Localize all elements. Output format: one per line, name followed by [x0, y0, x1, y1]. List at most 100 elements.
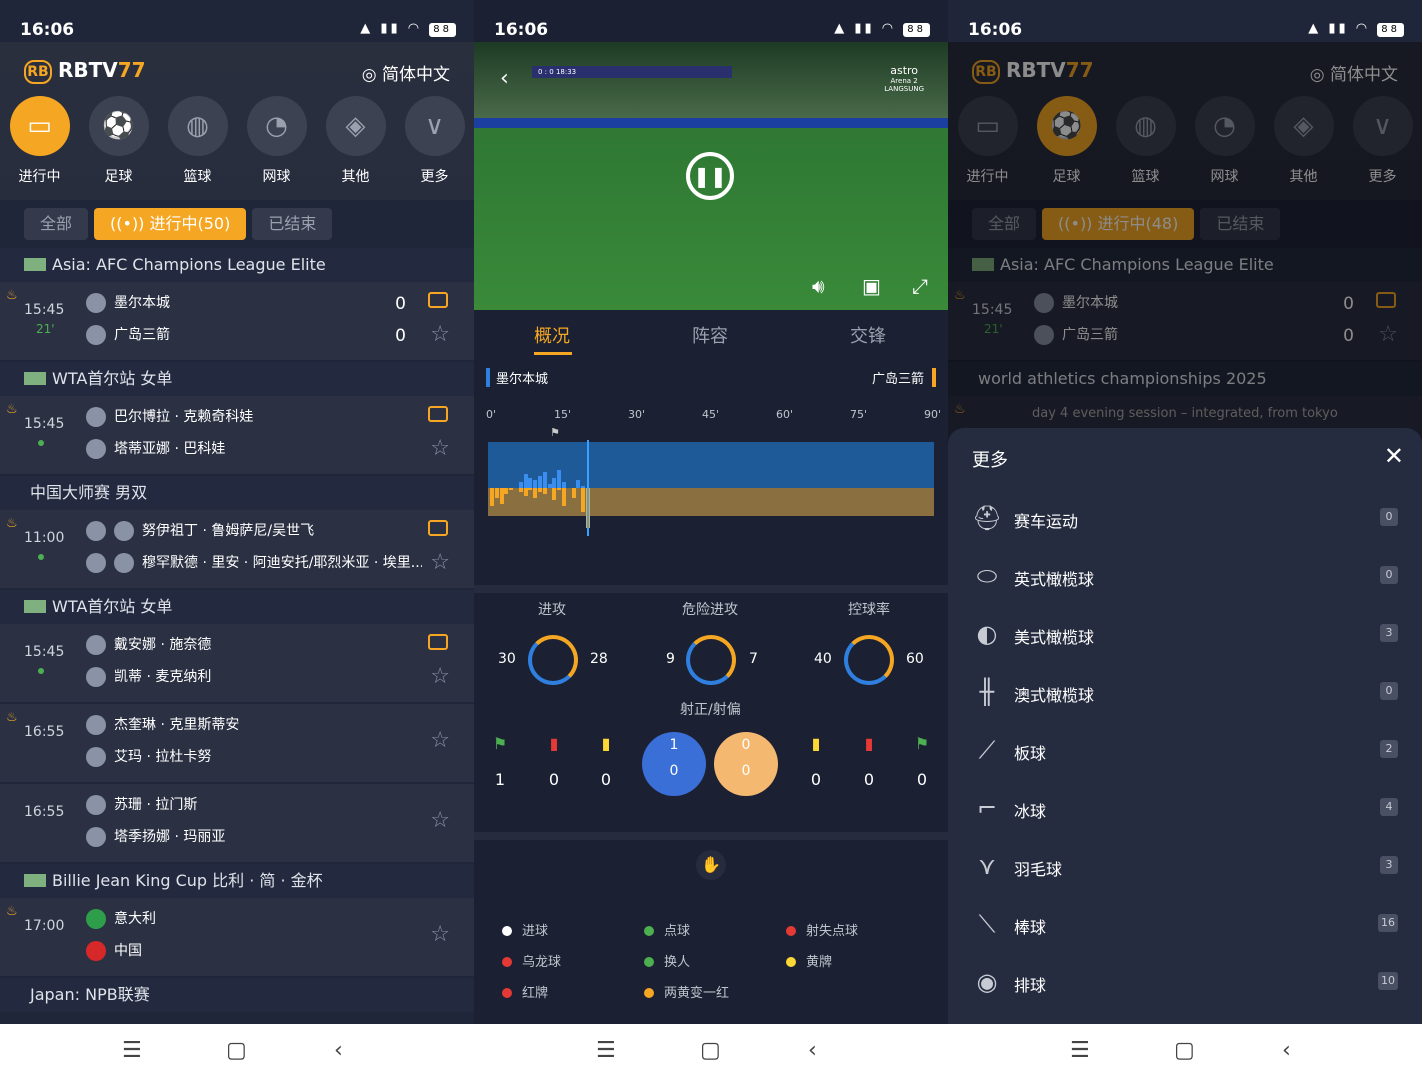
match-row[interactable]: 16:55 苏珊 · 拉门斯 塔季扬娜 · 玛丽亚 ☆: [0, 784, 474, 864]
fire-icon: ♨: [6, 710, 18, 725]
league-header[interactable]: Billie Jean King Cup 比利 · 简 · 金杯: [0, 864, 474, 898]
cricket-bat-icon: ⟋: [978, 736, 996, 764]
score-overlay: 0 : 0 18:33: [532, 66, 732, 78]
league-header[interactable]: WTA首尔站 女单: [0, 362, 474, 396]
sport-item-ice-hockey[interactable]: ⌐ 冰球 4: [972, 794, 1398, 852]
corner-flag-icon: ⚑: [914, 734, 930, 753]
menu-icon[interactable]: ☰: [1070, 1038, 1090, 1063]
momentum-bar: [518, 488, 523, 492]
league-header[interactable]: Asia: AFC Champions League Elite: [0, 248, 474, 282]
home-shots: 10: [642, 732, 706, 796]
sport-item-aussie-rules[interactable]: ╫ 澳式橄榄球 0: [972, 678, 1398, 736]
yellow-card-icon: ▮: [811, 734, 821, 753]
close-icon[interactable]: ✕: [1384, 442, 1404, 470]
cat-football[interactable]: ⚽ 足球: [79, 96, 158, 186]
tab-live[interactable]: ((•)) 进行中(50): [94, 208, 247, 240]
goalposts-icon: ╫: [979, 678, 995, 706]
tab-all[interactable]: 全部: [24, 208, 89, 240]
live-tv-icon[interactable]: [428, 634, 448, 650]
cat-other[interactable]: ◈ 其他: [316, 96, 395, 186]
language-button[interactable]: ◎ 简体中文: [362, 60, 450, 85]
flag-icon: [24, 372, 46, 385]
pip-icon[interactable]: ▣: [862, 274, 881, 298]
momentum-bar: [562, 488, 566, 506]
tab-lineup[interactable]: 阵容: [692, 322, 728, 348]
status-bar: 16:06 ▲ ▮▮ ◠ 88: [0, 0, 474, 42]
sport-item-baseball[interactable]: ⟍ 棒球 16: [972, 910, 1398, 968]
back-icon[interactable]: ‹: [500, 66, 509, 91]
rugby-ball-icon: ⬭: [976, 562, 998, 590]
match-row[interactable]: 15:45 戴安娜 · 施奈德 凯蒂 · 麦克纳利 ☆: [0, 624, 474, 704]
home-icon[interactable]: ▢: [226, 1038, 247, 1063]
league-header[interactable]: WTA首尔站 女单: [0, 590, 474, 624]
match-row[interactable]: ♨ 16:55 杰奎琳 · 克里斯蒂安 艾玛 · 拉杜卡努 ☆: [0, 704, 474, 784]
momentum-bar: [552, 478, 557, 488]
back-icon[interactable]: ‹: [1282, 1038, 1291, 1063]
sport-item-motorsport[interactable]: ⛑ 赛车运动 0: [972, 504, 1398, 562]
live-dot: [38, 440, 44, 446]
cat-tennis[interactable]: ◔ 网球: [237, 96, 316, 186]
star-icon[interactable]: ☆: [430, 664, 450, 689]
star-icon[interactable]: ☆: [430, 322, 450, 347]
away-shots: 00: [714, 732, 778, 796]
momentum-bar: [504, 488, 509, 494]
volume-icon[interactable]: 🔊︎: [812, 274, 825, 298]
home-icon[interactable]: ▢: [1174, 1038, 1195, 1063]
league-header[interactable]: Japan: NPB联赛: [0, 978, 474, 1012]
corner-flag-icon: ⚑: [492, 734, 508, 753]
battery-icon: 88: [429, 23, 456, 37]
sport-item-volleyball[interactable]: ◉ 排球 10: [972, 968, 1398, 1026]
momentum-bar: [494, 488, 499, 498]
category-bar: ▭ 进行中 ⚽ 足球 ◍ 篮球 ◔ 网球 ◈ 其他 ∨ 更多: [0, 96, 474, 186]
match-row[interactable]: ♨ 17:00 意大利 中国 ☆: [0, 898, 474, 978]
league-header[interactable]: 中国大师赛 男双: [0, 476, 474, 510]
match-row[interactable]: ♨ 15:45 21' 墨尔本城 广岛三箭 00 ☆: [0, 282, 474, 362]
momentum-bar: [542, 472, 547, 488]
menu-icon[interactable]: ☰: [122, 1038, 142, 1063]
sport-item-cricket[interactable]: ⟋ 板球 2: [972, 736, 1398, 794]
momentum-bar: [533, 488, 538, 498]
cat-basketball[interactable]: ◍ 篮球: [158, 96, 237, 186]
red-card-icon: ▮: [864, 734, 874, 753]
live-tv-icon[interactable]: [428, 292, 448, 308]
tennis-icon: ◔: [246, 96, 307, 156]
momentum-bar: [538, 488, 542, 492]
home-icon[interactable]: ▢: [700, 1038, 721, 1063]
fire-icon: ♨: [6, 904, 18, 919]
pause-icon[interactable]: ❚❚: [686, 152, 734, 200]
back-icon[interactable]: ‹: [808, 1038, 817, 1063]
star-icon[interactable]: ☆: [430, 728, 450, 753]
tab-h2h[interactable]: 交锋: [850, 322, 886, 348]
match-row[interactable]: ♨ 11:00 努伊祖丁 · 鲁姆萨尼/吴世飞 穆罕默德 · 里安 · 阿迪安托…: [0, 510, 474, 590]
sport-item-badminton[interactable]: ⋎ 羽毛球 3: [972, 852, 1398, 910]
cat-more[interactable]: ∨ 更多: [395, 96, 474, 186]
live-tv-icon[interactable]: [428, 520, 448, 536]
basketball-icon: ◍: [167, 96, 228, 156]
match-row[interactable]: ♨ 15:45 巴尔博拉 · 克赖奇科娃 塔蒂亚娜 · 巴科娃 ☆: [0, 396, 474, 476]
match-list: Asia: AFC Champions League Elite ♨ 15:45…: [0, 248, 474, 1012]
flag-icon: [24, 874, 46, 887]
back-icon[interactable]: ‹: [334, 1038, 343, 1063]
momentum-bar: [538, 476, 542, 488]
sport-item-american-football[interactable]: ◐ 美式橄榄球 3: [972, 620, 1398, 678]
sport-item-rugby[interactable]: ⬭ 英式橄榄球 0: [972, 562, 1398, 620]
star-icon[interactable]: ☆: [430, 550, 450, 575]
fullscreen-icon[interactable]: ⤢: [912, 274, 928, 298]
whistle-icon: ✋: [696, 850, 726, 880]
menu-icon[interactable]: ☰: [596, 1038, 616, 1063]
panel-live-list: 16:06 ▲ ▮▮ ◠ 88 RB RBTV77 ◎ 简体中文 ▭ 进行中 ⚽ 足球…: [0, 0, 474, 1080]
momentum-bar: [499, 488, 504, 504]
star-icon[interactable]: ☆: [430, 808, 450, 833]
app-header: RB RBTV77 ◎ 简体中文 ▭ 进行中 ⚽ 足球 ◍ 篮球 ◔ 网球 ◈ 其他 ∨ 更多: [0, 42, 474, 200]
red-card-icon: ▮: [549, 734, 559, 753]
status-bar: 16:06 ▲ ▮▮ ◠ 88: [474, 0, 948, 42]
tab-overview[interactable]: 概况: [534, 322, 570, 348]
star-icon[interactable]: ☆: [430, 922, 450, 947]
live-tv-icon[interactable]: [428, 406, 448, 422]
star-icon[interactable]: ☆: [430, 436, 450, 461]
cat-live[interactable]: ▭ 进行中: [0, 96, 79, 186]
momentum-bar: [509, 488, 514, 490]
tab-finished[interactable]: 已结束: [252, 208, 333, 240]
video-player[interactable]: 0 : 0 18:33 astro Arena 2 LANGSUNG ‹ ❚❚ 🔊︎…: [474, 42, 948, 310]
momentum-bar: [557, 470, 562, 488]
